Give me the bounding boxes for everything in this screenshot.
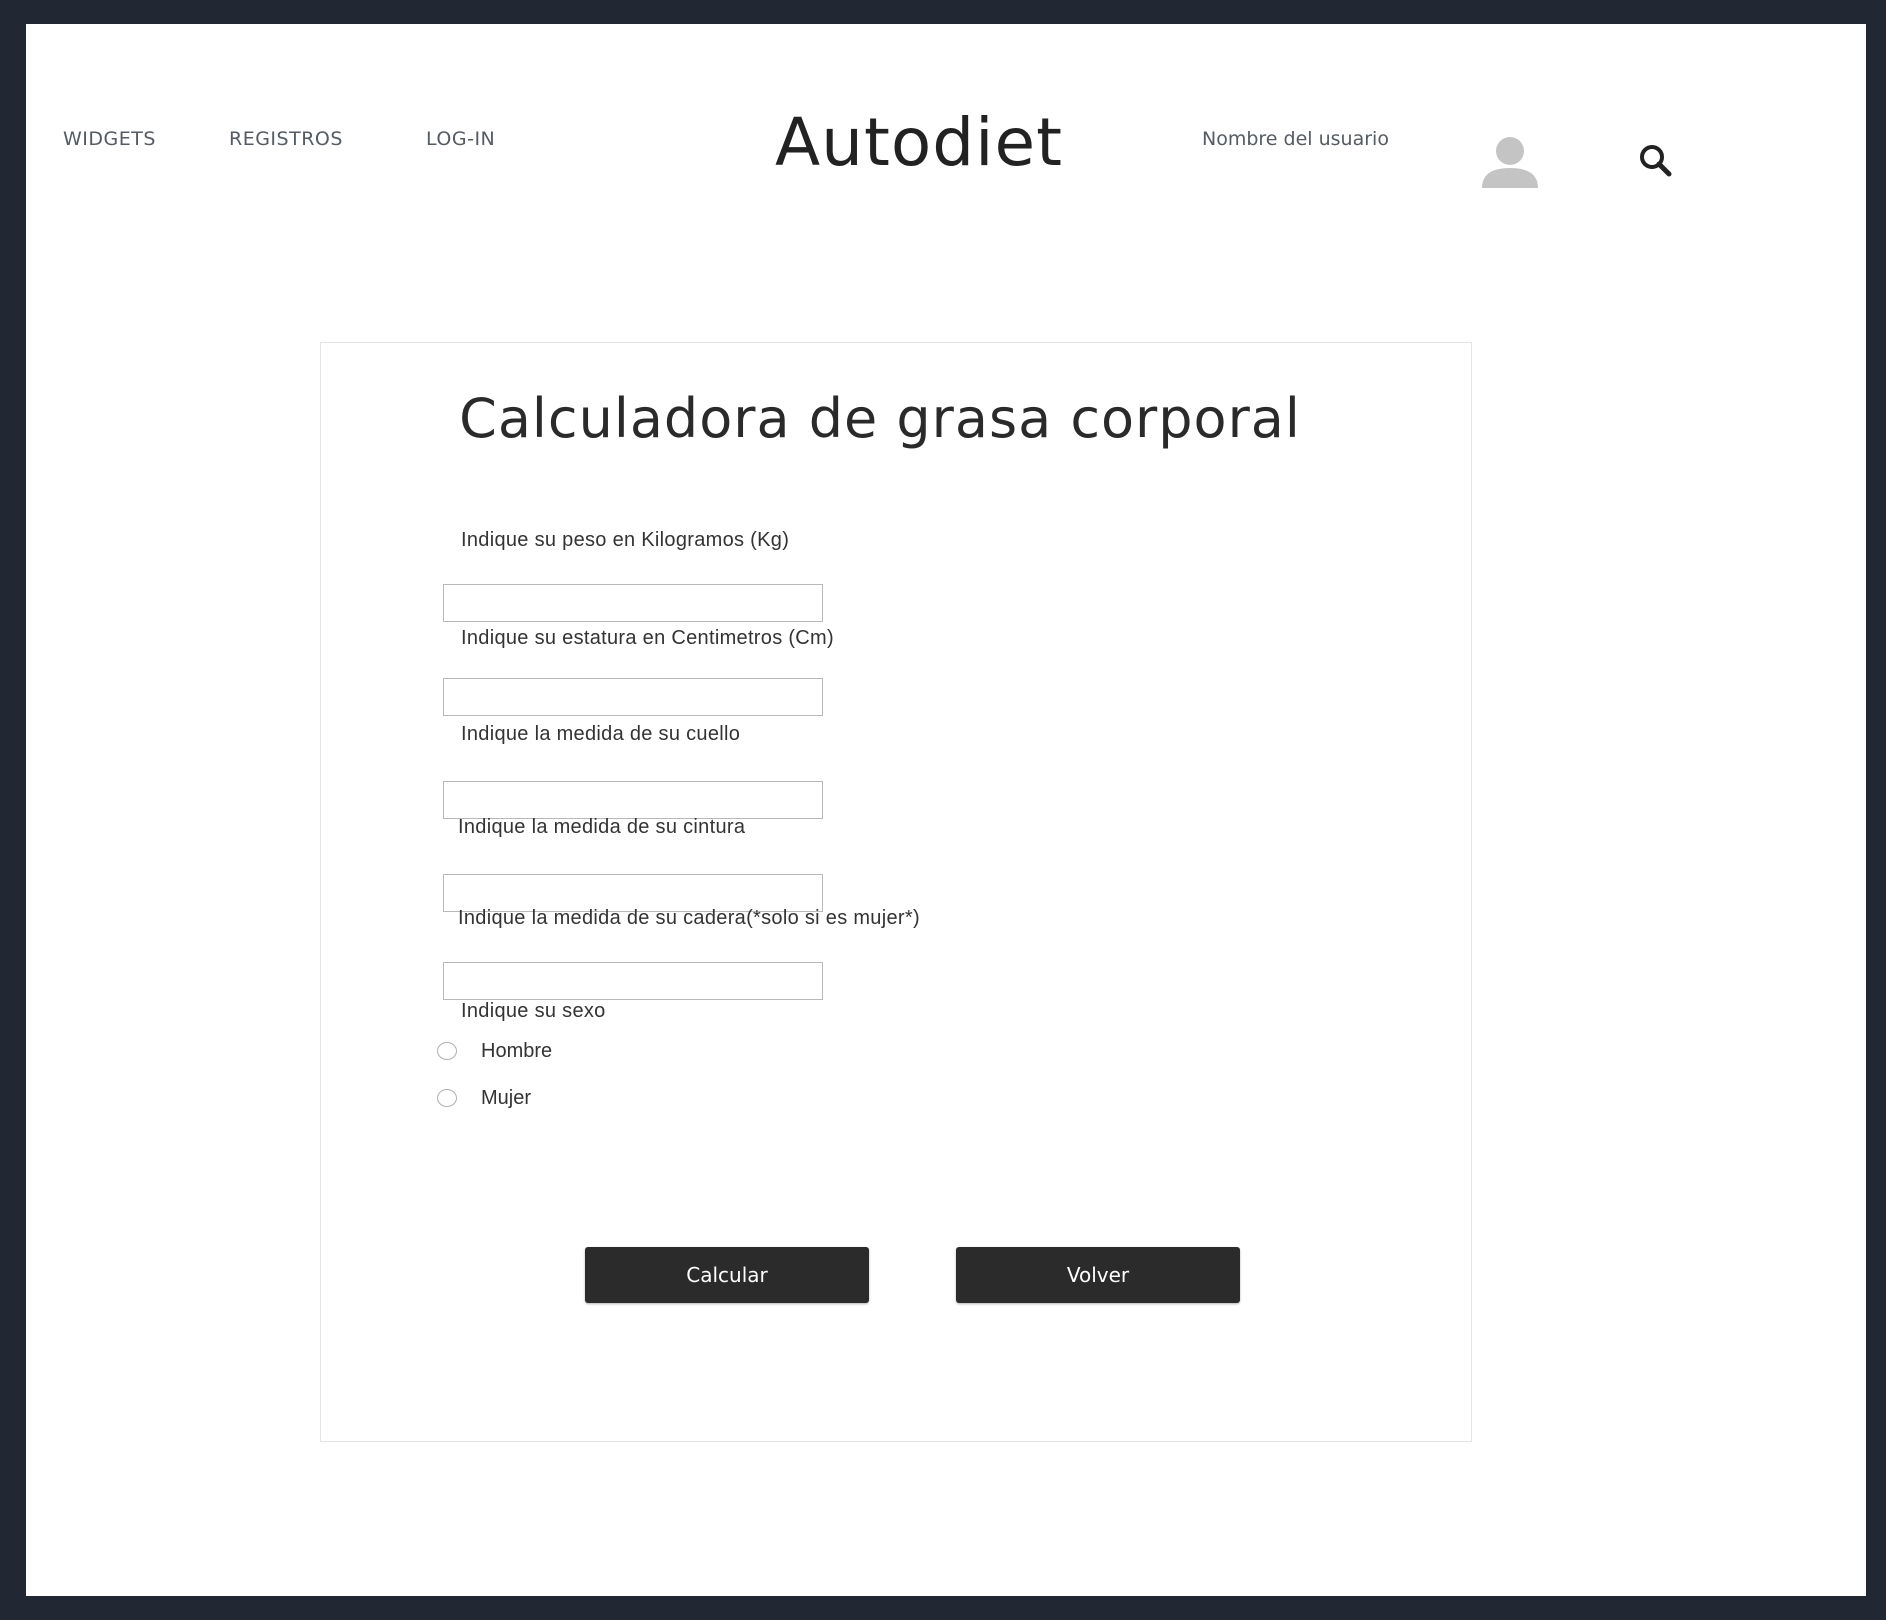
sex-label: Indique su sexo <box>461 1000 606 1022</box>
volver-button[interactable]: Volver <box>956 1247 1240 1303</box>
neck-label: Indique la medida de su cuello <box>461 723 741 745</box>
site-logo[interactable]: Autodiet <box>724 104 1114 181</box>
search-icon[interactable] <box>1636 142 1676 182</box>
radio-mujer[interactable]: Mujer <box>437 1083 531 1113</box>
radio-hombre[interactable]: Hombre <box>437 1036 552 1066</box>
nav-link-registros[interactable]: REGISTROS <box>229 128 343 158</box>
nav-link-login[interactable]: LOG-IN <box>426 128 495 158</box>
height-label: Indique su estatura en Centimetros (Cm) <box>461 627 834 649</box>
height-input[interactable] <box>443 678 823 716</box>
hip-input[interactable] <box>443 962 823 1000</box>
hip-label: Indique la medida de su cadera(*solo si … <box>458 907 920 929</box>
calculator-card: Calculadora de grasa corporal Indique su… <box>320 342 1472 1442</box>
radio-label-mujer: Mujer <box>481 1086 532 1109</box>
weight-input[interactable] <box>443 584 823 622</box>
radio-button-mujer[interactable] <box>437 1089 457 1107</box>
user-avatar-icon[interactable] <box>1480 136 1540 188</box>
radio-button-hombre[interactable] <box>437 1042 457 1060</box>
nav-link-widgets[interactable]: WIDGETS <box>63 128 156 158</box>
neck-input[interactable] <box>443 781 823 819</box>
weight-label: Indique su peso en Kilogramos (Kg) <box>461 529 790 551</box>
page-title: Calculadora de grasa corporal <box>459 387 1301 450</box>
username-label: Nombre del usuario <box>1202 128 1389 150</box>
calcular-button[interactable]: Calcular <box>585 1247 869 1303</box>
radio-label-hombre: Hombre <box>481 1039 553 1062</box>
page: WIDGETS REGISTROS LOG-IN Autodiet Nombre… <box>26 24 1866 1596</box>
waist-label: Indique la medida de su cintura <box>458 816 746 838</box>
